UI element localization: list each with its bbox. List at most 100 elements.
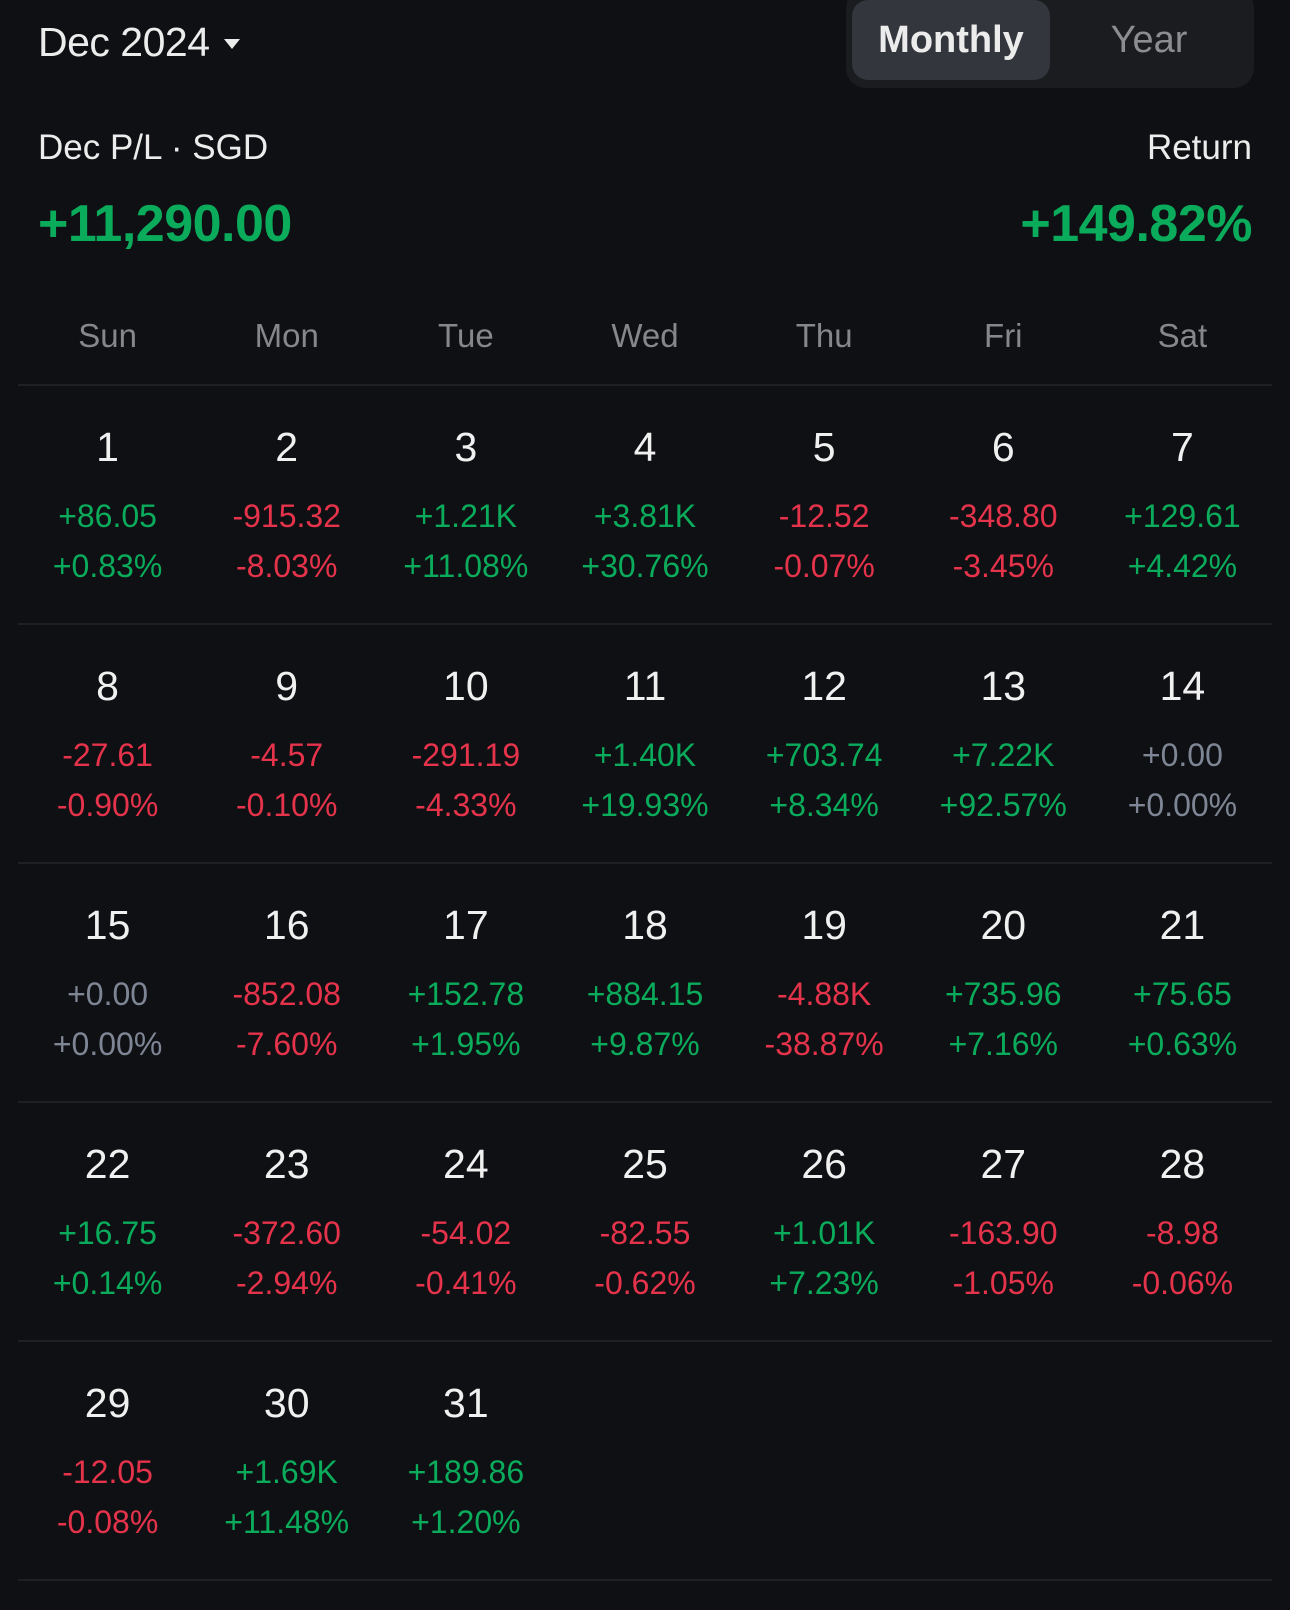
day-pl-value: -372.60	[232, 1215, 341, 1251]
day-pl-percent: +30.76%	[581, 548, 709, 584]
calendar-day-cell[interactable]: 7 +129.61 +4.42%	[1093, 386, 1272, 623]
calendar-day-cell[interactable]: 30 +1.69K +11.48%	[197, 1342, 376, 1579]
calendar-day-cell[interactable]: 26 +1.01K +7.23%	[735, 1103, 914, 1340]
day-number: 8	[96, 663, 119, 709]
day-pl-percent: -2.94%	[236, 1265, 338, 1301]
day-pl-value: +1.21K	[414, 498, 517, 534]
day-number: 31	[443, 1380, 489, 1426]
calendar-day-cell[interactable]: 21 +75.65 +0.63%	[1093, 864, 1272, 1101]
day-pl-value: +152.78	[407, 976, 525, 1012]
day-pl-percent: -0.06%	[1131, 1265, 1234, 1301]
day-number: 2	[275, 424, 299, 470]
calendar-day-cell[interactable]: 2 -915.32 -8.03%	[197, 386, 376, 623]
day-pl-percent: +0.83%	[52, 548, 163, 584]
calendar-grid: 1 +86.05 +0.83% 2 -915.32 -8.03% 3 +1.21K +11.08…	[18, 386, 1272, 1581]
calendar-day-cell[interactable]: 28 -8.98 -0.06%	[1093, 1103, 1272, 1340]
calendar-day-cell[interactable]: 27 -163.90 -1.05%	[914, 1103, 1093, 1340]
day-pl-percent: +8.34%	[769, 787, 879, 823]
day-number: 25	[622, 1141, 668, 1187]
day-number: 28	[1159, 1141, 1206, 1187]
month-selector[interactable]: Dec 2024	[38, 14, 240, 70]
return-label: Return	[1146, 128, 1252, 167]
calendar-day-cell[interactable]: 18 +884.15 +9.87%	[555, 864, 734, 1101]
toggle-monthly[interactable]: Monthly	[852, 0, 1050, 80]
day-pl-value: -163.90	[949, 1215, 1058, 1251]
day-pl-percent: -0.41%	[415, 1265, 517, 1301]
calendar-day-cell[interactable]: 11 +1.40K +19.93%	[555, 625, 734, 862]
day-pl-value: +86.05	[58, 498, 157, 534]
calendar-day-cell[interactable]: 31 +189.86 +1.20%	[376, 1342, 555, 1579]
calendar-empty-cell	[735, 1342, 914, 1579]
calendar-week-row: 22 +16.75 +0.14% 23 -372.60 -2.94% 24 -54.02 -0.…	[18, 1103, 1272, 1342]
day-pl-percent: +92.57%	[939, 787, 1067, 823]
calendar-day-cell[interactable]: 4 +3.81K +30.76%	[555, 386, 734, 623]
pl-label: Dec P/L · SGD	[38, 128, 269, 167]
day-pl-value: -8.98	[1145, 1215, 1219, 1251]
pl-value: +11,290.00	[38, 195, 292, 253]
day-number: 13	[980, 663, 1027, 709]
day-pl-value: +1.40K	[593, 737, 697, 773]
day-number: 7	[1171, 424, 1194, 470]
day-number: 15	[84, 902, 131, 948]
day-pl-value: +7.22K	[952, 737, 1055, 773]
calendar-day-cell[interactable]: 16 -852.08 -7.60%	[197, 864, 376, 1101]
calendar-day-cell[interactable]: 13 +7.22K +92.57%	[914, 625, 1093, 862]
day-number: 22	[84, 1141, 131, 1187]
day-pl-value: +703.74	[765, 737, 883, 773]
calendar-day-cell[interactable]: 17 +152.78 +1.95%	[376, 864, 555, 1101]
day-number: 19	[801, 902, 847, 948]
calendar-day-cell[interactable]: 12 +703.74 +8.34%	[735, 625, 914, 862]
day-pl-percent: +0.00%	[52, 1026, 163, 1062]
day-number: 23	[263, 1141, 310, 1187]
caret-down-icon	[223, 39, 240, 49]
return-value: +149.82%	[1020, 195, 1252, 253]
day-pl-percent: +0.00%	[1127, 787, 1238, 823]
calendar-day-cell[interactable]: 22 +16.75 +0.14%	[18, 1103, 197, 1340]
calendar-day-cell[interactable]: 6 -348.80 -3.45%	[914, 386, 1093, 623]
weekday-wed: Wed	[611, 317, 679, 354]
day-pl-value: +0.00	[67, 976, 149, 1012]
calendar-day-cell[interactable]: 23 -372.60 -2.94%	[197, 1103, 376, 1340]
calendar-day-cell[interactable]: 9 -4.57 -0.10%	[197, 625, 376, 862]
day-pl-value: -852.08	[232, 976, 341, 1012]
day-pl-percent: +1.20%	[411, 1504, 521, 1540]
calendar-day-cell[interactable]: 14 +0.00 +0.00%	[1093, 625, 1272, 862]
calendar-empty-cell	[914, 1342, 1093, 1579]
day-pl-percent: +19.93%	[581, 787, 709, 823]
day-pl-percent: +11.48%	[224, 1504, 350, 1540]
period-toggle: Monthly Year	[846, 0, 1254, 88]
day-pl-value: -4.57	[250, 737, 324, 773]
calendar-day-cell[interactable]: 15 +0.00 +0.00%	[18, 864, 197, 1101]
month-label: Dec 2024	[38, 18, 210, 65]
calendar-week-row: 1 +86.05 +0.83% 2 -915.32 -8.03% 3 +1.21K +11.08…	[18, 386, 1272, 625]
day-number: 26	[801, 1141, 847, 1187]
calendar-day-cell[interactable]: 20 +735.96 +7.16%	[914, 864, 1093, 1101]
day-number: 6	[991, 424, 1015, 470]
toggle-year[interactable]: Year	[1050, 0, 1248, 80]
day-number: 18	[622, 902, 668, 948]
day-pl-percent: +0.14%	[52, 1265, 163, 1301]
day-pl-percent: +9.87%	[590, 1026, 700, 1062]
day-number: 16	[263, 902, 310, 948]
day-pl-percent: -0.90%	[56, 787, 159, 823]
calendar-day-cell[interactable]: 19 -4.88K -38.87%	[735, 864, 914, 1101]
day-number: 12	[801, 663, 847, 709]
calendar-day-cell[interactable]: 25 -82.55 -0.62%	[555, 1103, 734, 1340]
calendar-day-cell[interactable]: 10 -291.19 -4.33%	[376, 625, 555, 862]
day-pl-value: +0.00	[1141, 737, 1223, 773]
calendar-day-cell[interactable]: 24 -54.02 -0.41%	[376, 1103, 555, 1340]
day-pl-percent: -0.10%	[236, 787, 338, 823]
day-pl-value: -12.52	[778, 498, 870, 534]
calendar-day-cell[interactable]: 29 -12.05 -0.08%	[18, 1342, 197, 1579]
day-pl-value: -291.19	[411, 737, 521, 773]
calendar-day-cell[interactable]: 5 -12.52 -0.07%	[735, 386, 914, 623]
calendar-week-row: 29 -12.05 -0.08% 30 +1.69K +11.48% 31 +189.86 +1…	[18, 1342, 1272, 1581]
day-pl-value: +16.75	[58, 1215, 157, 1251]
day-number: 30	[263, 1380, 310, 1426]
calendar-week-row: 8 -27.61 -0.90% 9 -4.57 -0.10% 10 -291.19 -4.33%…	[18, 625, 1272, 864]
weekday-mon: Mon	[254, 317, 319, 354]
calendar-day-cell[interactable]: 1 +86.05 +0.83%	[18, 386, 197, 623]
calendar-empty-cell	[555, 1342, 734, 1579]
calendar-day-cell[interactable]: 3 +1.21K +11.08%	[376, 386, 555, 623]
calendar-day-cell[interactable]: 8 -27.61 -0.90%	[18, 625, 197, 862]
